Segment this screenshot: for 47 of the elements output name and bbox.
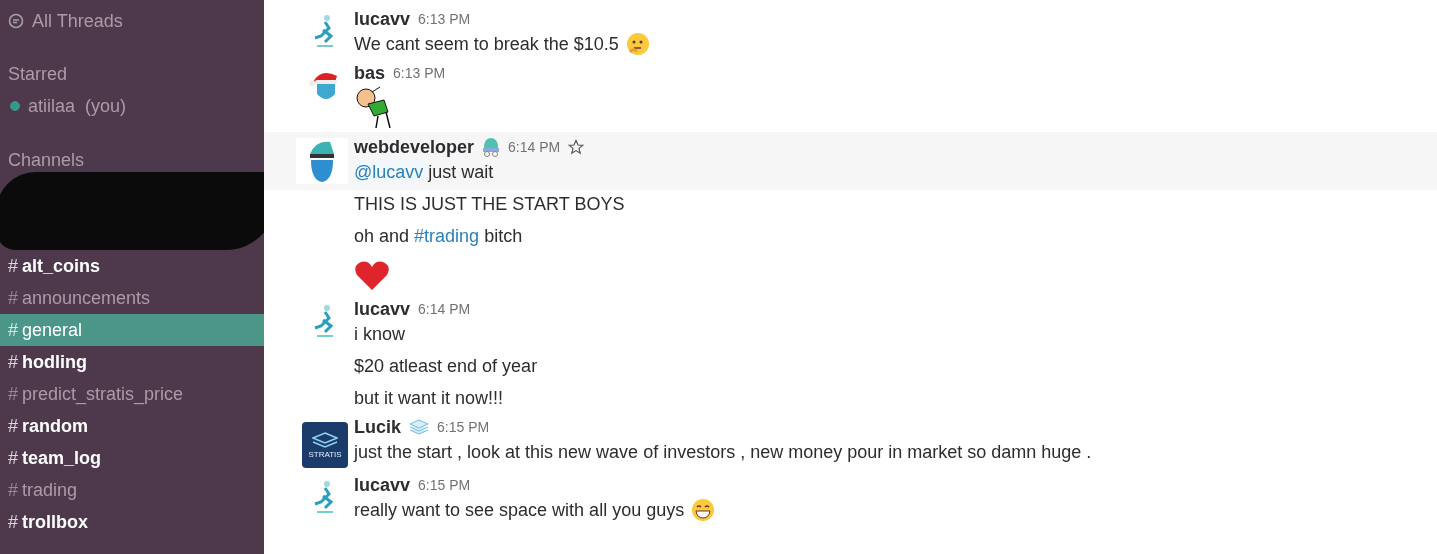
channel-item[interactable]: # general [0,314,264,346]
bearded-avatar-icon [296,138,348,184]
channel-item[interactable]: # alt_coins [0,250,264,282]
message-time[interactable]: 6:15 PM [418,477,471,493]
thinking-emoji-icon [625,32,650,56]
message-text: $20 atleast end of year [354,355,538,378]
beanie-icon [482,137,501,157]
message-time[interactable]: 6:14 PM [508,139,561,155]
channel-link[interactable]: #trading [414,224,480,248]
starred-item[interactable]: atiilaa (you) [0,90,264,122]
section-heading: Starred [7,63,69,86]
message-time[interactable]: 6:15 PM [437,419,490,435]
message-author[interactable]: lucavv [354,8,411,30]
section-heading: Channels [7,149,86,172]
user-mention-link[interactable]: @lucavv [354,160,424,184]
heart-emoji-icon [354,260,390,292]
message-text: THIS IS JUST THE START BOYS [354,193,625,216]
message-text: but it want it now!!! [354,387,504,410]
channel-item[interactable]: # random [0,410,264,442]
channel-item[interactable]: # trading [0,474,264,506]
message-text: just wait [426,161,494,184]
message-author[interactable]: bas [354,62,386,84]
message-text: really want to see space with all you guys [354,499,686,522]
message-text: i know [354,323,406,346]
grinning-emoji-icon [691,498,716,522]
layers-icon [409,419,429,435]
all-threads-link[interactable]: All Threads [0,0,264,34]
message-text: just the start , look at this new wave of investors , new money pour in market so damn huge . [354,441,1092,464]
cartoon-sticker-drawing [354,86,394,128]
message-time[interactable]: 6:14 PM [418,301,471,317]
message-author[interactable]: lucavv [354,474,411,496]
message-time[interactable]: 6:13 PM [418,11,471,27]
message-author[interactable]: webdeveloper [354,136,475,158]
channel-item[interactable]: # trollbox [0,506,264,538]
channel-item[interactable]: # announcements [0,282,264,314]
message-author[interactable]: lucavv [354,298,411,320]
channel-item[interactable]: # predict_stratis_price [0,378,264,410]
channel-item[interactable]: # hodling [0,346,264,378]
channel-item[interactable]: # team_log [0,442,264,474]
stratis-avatar: STRATIS [302,422,348,468]
threads-icon [8,13,24,29]
message-time[interactable]: 6:13 PM [393,65,446,81]
message-text: oh and [354,225,411,248]
message-author[interactable]: Lucik [354,416,401,438]
message-text: We cant seem to break the $10.5 [354,33,620,56]
message-text: bitch [483,225,523,248]
star-icon[interactable] [568,139,585,155]
